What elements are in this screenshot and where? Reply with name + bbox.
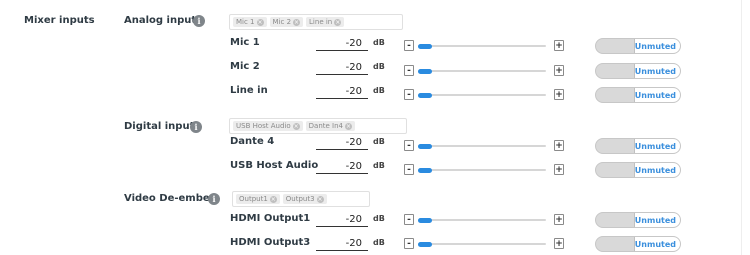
gain-slider[interactable] [418, 43, 546, 49]
increment-button[interactable]: + [554, 238, 564, 249]
unit-label: dB [373, 238, 385, 247]
toggle-label: Unmuted [634, 142, 676, 151]
tag-label: Output3 [285, 195, 315, 203]
gain-slider[interactable] [418, 167, 546, 173]
unit-label: dB [373, 137, 385, 146]
channel-name: HDMI Output1 [230, 213, 311, 224]
unit-label: dB [373, 38, 385, 47]
gain-input[interactable] [316, 213, 368, 227]
group-label-digital-input: Digital input [124, 121, 195, 132]
unit-label: dB [373, 161, 385, 170]
toggle-label: Unmuted [634, 67, 676, 76]
tag-dante-in4[interactable]: Dante In4 × [305, 121, 356, 131]
slider-thumb[interactable] [418, 43, 432, 49]
gain-input[interactable] [316, 85, 368, 99]
increment-button[interactable]: + [554, 89, 564, 100]
gain-slider[interactable] [418, 217, 546, 223]
tag-line-in[interactable]: Line in × [306, 17, 345, 27]
slider-thumb[interactable] [418, 68, 432, 74]
slider-thumb[interactable] [418, 217, 432, 223]
panel-divider [741, 0, 742, 255]
increment-button[interactable]: + [554, 164, 564, 175]
mute-toggle[interactable]: Unmuted [595, 63, 681, 79]
tag-remove-icon[interactable]: × [334, 18, 342, 26]
digital-input-tag-select[interactable]: USB Host Audio × Dante In4 × [229, 118, 407, 134]
tag-output1[interactable]: Output1 × [236, 194, 280, 204]
channel-name: Dante 4 [230, 136, 275, 147]
increment-button[interactable]: + [554, 140, 564, 151]
tag-remove-icon[interactable]: × [292, 122, 300, 130]
tag-remove-icon[interactable]: × [345, 122, 353, 130]
tag-label: Mic 2 [272, 18, 292, 26]
gain-slider[interactable] [418, 92, 546, 98]
gain-input[interactable] [316, 160, 368, 174]
tag-label: Output1 [239, 195, 268, 203]
decrement-button[interactable]: - [404, 164, 414, 175]
tag-output3[interactable]: Output3 × [282, 194, 327, 204]
group-label-video-de-embed: Video De-embed [124, 193, 217, 204]
slider-thumb[interactable] [418, 167, 432, 173]
slider-thumb[interactable] [418, 143, 432, 149]
increment-button[interactable]: + [554, 65, 564, 76]
video-de-embed-tag-select[interactable]: Output1 × Output3 × [232, 191, 370, 207]
toggle-label: Unmuted [634, 42, 676, 51]
mute-toggle[interactable]: Unmuted [595, 138, 681, 154]
mute-toggle[interactable]: Unmuted [595, 236, 681, 252]
channel-name: HDMI Output3 [230, 237, 311, 248]
decrement-button[interactable]: - [404, 238, 414, 249]
mute-toggle[interactable]: Unmuted [595, 38, 681, 54]
toggle-label: Unmuted [634, 216, 676, 225]
info-icon[interactable]: i [208, 193, 220, 205]
decrement-button[interactable]: - [404, 214, 414, 225]
mute-toggle[interactable]: Unmuted [595, 212, 681, 228]
toggle-label: Unmuted [634, 166, 676, 175]
channel-name: USB Host Audio [230, 160, 319, 171]
gain-input[interactable] [316, 136, 368, 150]
channel-name: Mic 2 [230, 61, 260, 72]
unit-label: dB [373, 62, 385, 71]
decrement-button[interactable]: - [404, 140, 414, 151]
gain-input[interactable] [316, 237, 368, 251]
gain-slider[interactable] [418, 143, 546, 149]
tag-label: USB Host Audio [236, 122, 291, 130]
tag-mic-1[interactable]: Mic 1 × [233, 17, 267, 27]
tag-remove-icon[interactable]: × [269, 195, 277, 203]
slider-thumb[interactable] [418, 92, 432, 98]
tag-label: Mic 1 [236, 18, 255, 26]
section-title: Mixer inputs [24, 15, 95, 26]
tag-usb-host-audio[interactable]: USB Host Audio × [233, 121, 303, 131]
channel-name: Mic 1 [230, 37, 260, 48]
unit-label: dB [373, 86, 385, 95]
tag-remove-icon[interactable]: × [316, 195, 324, 203]
tag-mic-2[interactable]: Mic 2 × [269, 17, 304, 27]
gain-slider[interactable] [418, 68, 546, 74]
tag-remove-icon[interactable]: × [293, 18, 301, 26]
gain-input[interactable] [316, 37, 368, 51]
toggle-label: Unmuted [634, 240, 676, 249]
tag-label: Dante In4 [308, 122, 344, 130]
unit-label: dB [373, 214, 385, 223]
channel-name: Line in [230, 85, 268, 96]
increment-button[interactable]: + [554, 214, 564, 225]
tag-remove-icon[interactable]: × [256, 18, 264, 26]
slider-thumb[interactable] [418, 241, 432, 247]
decrement-button[interactable]: - [404, 40, 414, 51]
info-icon[interactable]: i [193, 15, 205, 27]
info-icon[interactable]: i [190, 121, 202, 133]
group-label-analog-input: Analog input [124, 15, 197, 26]
decrement-button[interactable]: - [404, 89, 414, 100]
analog-input-tag-select[interactable]: Mic 1 × Mic 2 × Line in × [229, 14, 403, 30]
decrement-button[interactable]: - [404, 65, 414, 76]
tag-label: Line in [309, 18, 333, 26]
toggle-label: Unmuted [634, 91, 676, 100]
increment-button[interactable]: + [554, 40, 564, 51]
mute-toggle[interactable]: Unmuted [595, 162, 681, 178]
gain-slider[interactable] [418, 241, 546, 247]
gain-input[interactable] [316, 61, 368, 75]
mute-toggle[interactable]: Unmuted [595, 87, 681, 103]
